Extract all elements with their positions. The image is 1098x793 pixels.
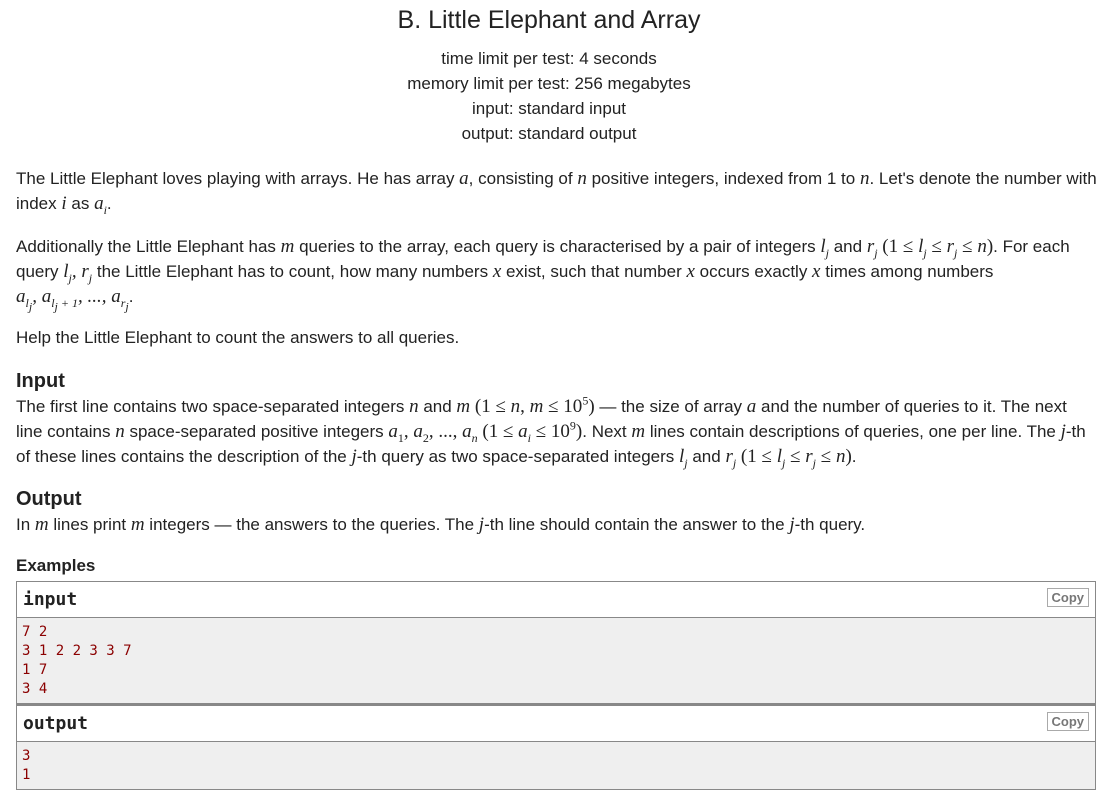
examples-title: Examples	[16, 556, 96, 575]
example-input-label: input	[23, 589, 78, 610]
input-source: input: standard input	[471, 99, 627, 118]
output-section-text: In m lines print m integers — the answer…	[16, 514, 866, 535]
time-limit: time limit per test: 4 seconds	[441, 49, 657, 68]
input-section-title: Input	[16, 370, 65, 392]
memory-limit: memory limit per test: 256 megabytes	[407, 74, 691, 93]
problem-title: B. Little Elephant and Array	[397, 6, 701, 34]
example-input-text[interactable]: 7 2 3 1 2 2 3 3 7 1 7 3 4	[17, 618, 1095, 703]
statement-paragraph-2: Additionally the Little Elephant has m q…	[16, 236, 1070, 314]
statement-paragraph-3: Help the Little Elephant to count the an…	[16, 328, 460, 347]
statement-paragraph-1: The Little Elephant loves playing with a…	[16, 168, 1097, 217]
input-section-text: The first line contains two space-separa…	[16, 393, 1086, 470]
copy-output-button[interactable]: Copy	[1046, 712, 1089, 731]
example-output-text[interactable]: 3 1	[17, 742, 1095, 789]
example-input-box: input Copy 7 2 3 1 2 2 3 3 7 1 7 3 4	[16, 581, 1096, 704]
copy-input-button[interactable]: Copy	[1046, 588, 1089, 607]
example-output-header: output Copy	[17, 706, 1095, 742]
output-section-title: Output	[16, 488, 82, 510]
example-input-header: input Copy	[17, 582, 1095, 618]
output-source: output: standard output	[461, 124, 637, 143]
example-output-box: output Copy 3 1	[16, 704, 1096, 790]
example-output-label: output	[23, 713, 89, 734]
problem-limits: time limit per test: 4 seconds memory li…	[0, 46, 1098, 146]
